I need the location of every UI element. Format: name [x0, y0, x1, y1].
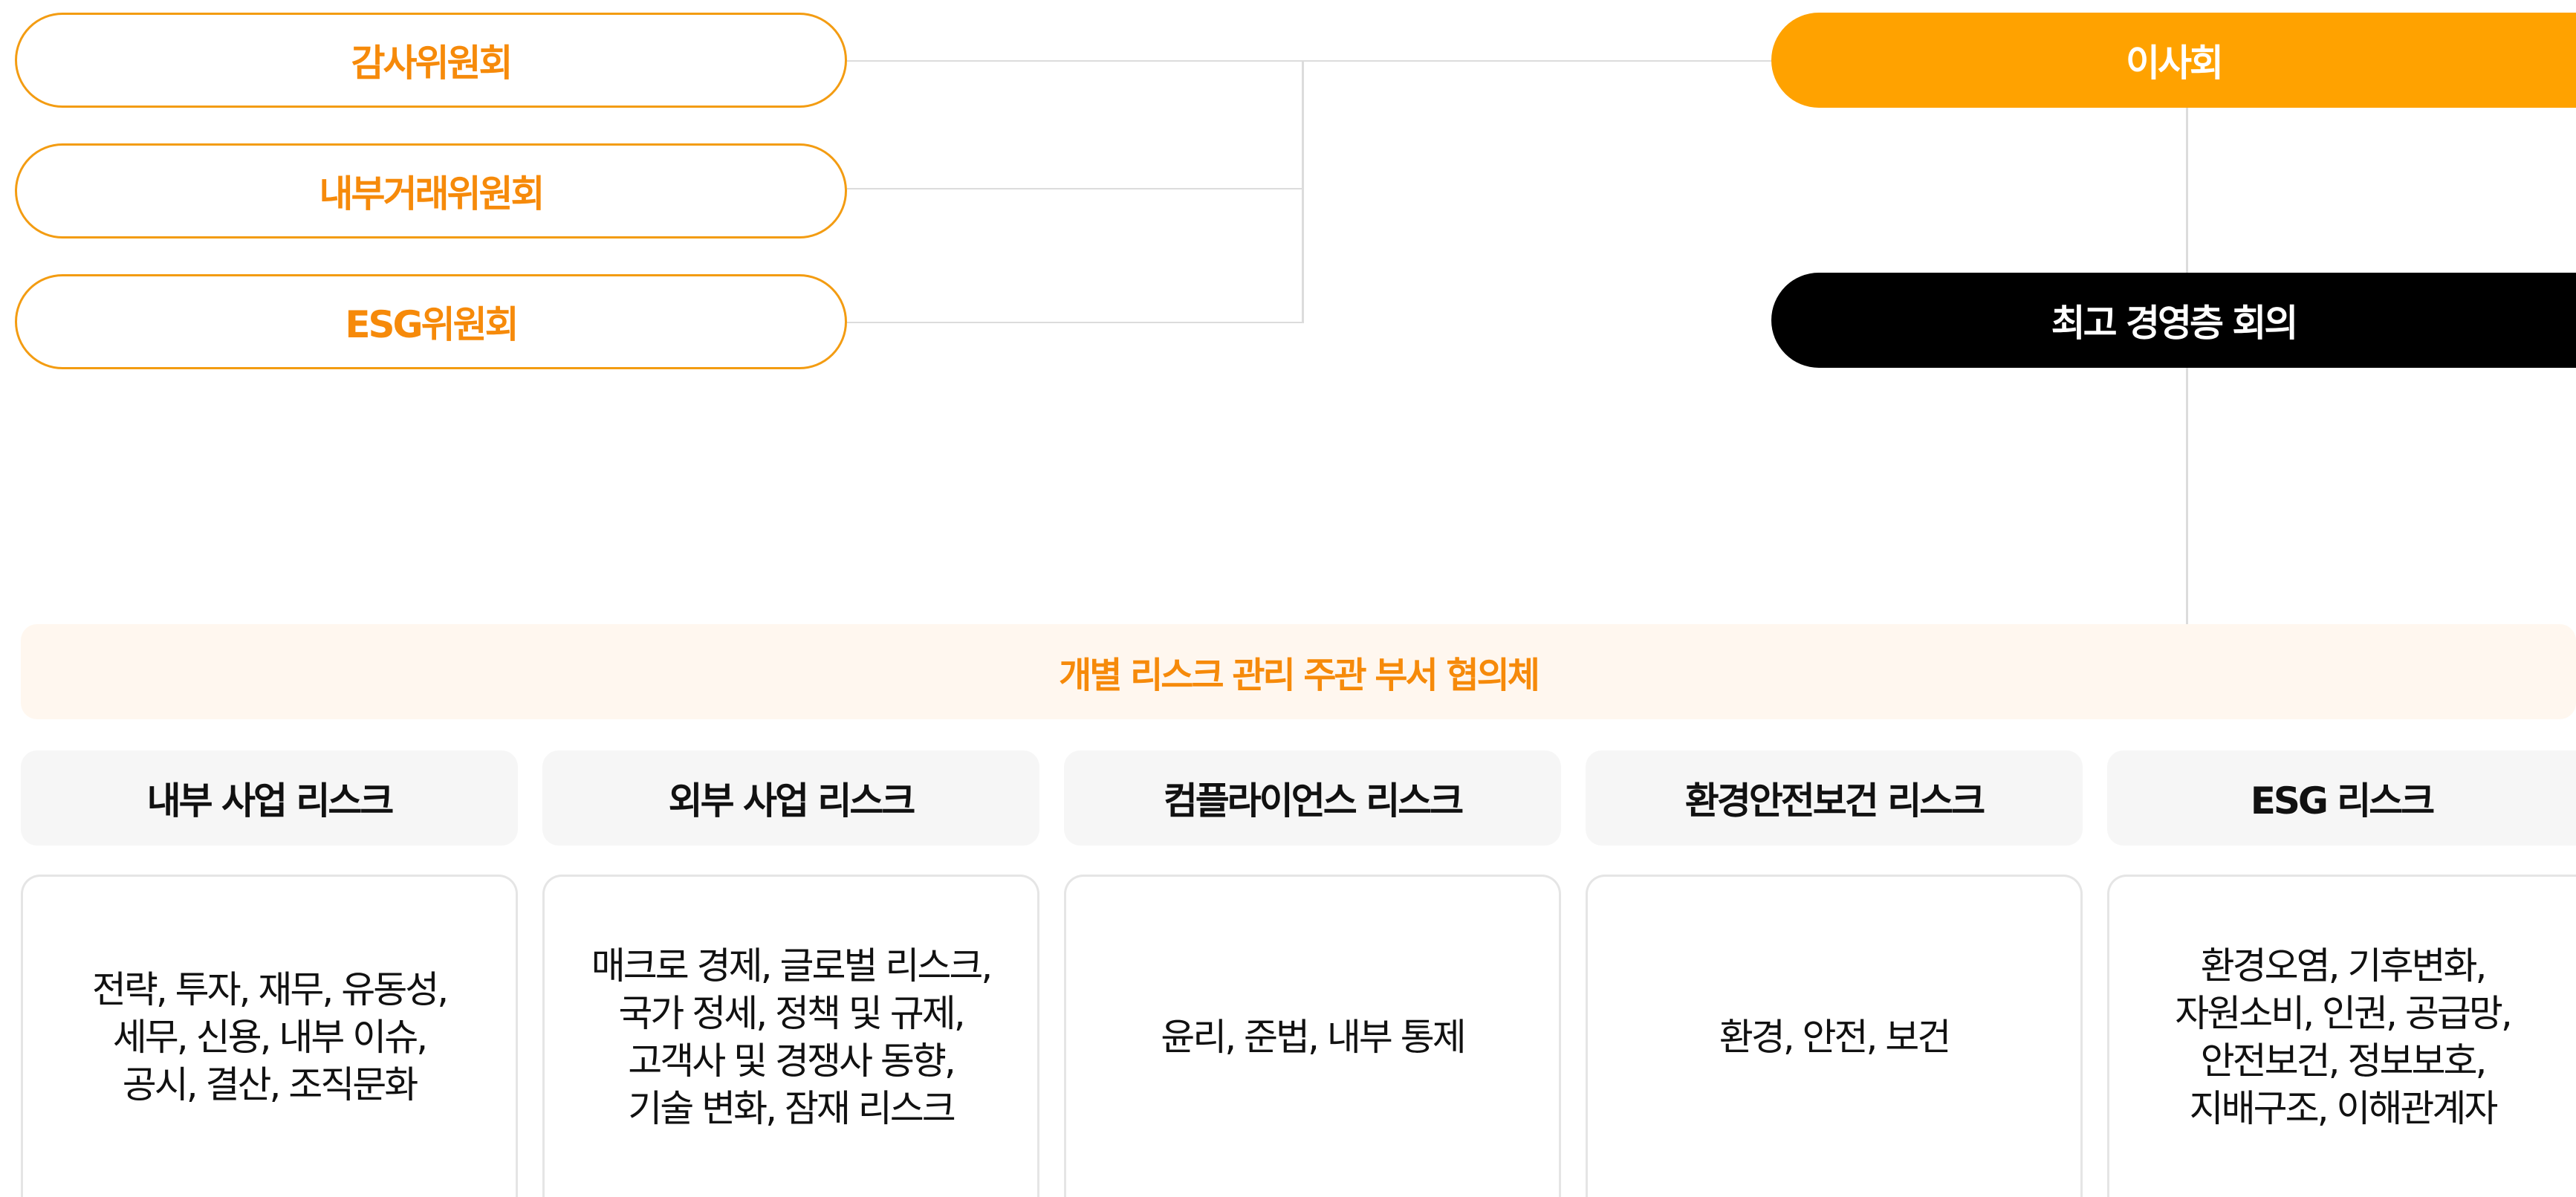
- committee-internal-transaction: 내부거래위원회: [15, 143, 847, 239]
- board-node: 이사회: [1771, 13, 2576, 108]
- risk-category-compliance: 컴플라이언스 리스크: [1064, 750, 1561, 846]
- executive-meeting-node: 최고 경영층 회의: [1771, 273, 2576, 368]
- connector-committee-1: [847, 60, 1772, 62]
- risk-council-banner: 개별 리스크 관리 주관 부서 협의체: [21, 624, 2576, 719]
- risk-detail-external: 매크로 경제, 글로벌 리스크, 국가 정세, 정책 및 규제, 고객사 및 경…: [542, 875, 1039, 1197]
- risk-detail-compliance: 윤리, 준법, 내부 통제: [1064, 875, 1561, 1197]
- risk-category-esg: ESG 리스크: [2107, 750, 2576, 846]
- connector-committee-2: [847, 188, 1304, 189]
- connector-committee-3: [847, 322, 1304, 323]
- risk-category-external: 외부 사업 리스크: [542, 750, 1039, 846]
- connector-board-executive: [2186, 108, 2188, 273]
- risk-detail-ehs: 환경, 안전, 보건: [1586, 875, 2083, 1197]
- risk-detail-esg: 환경오염, 기후변화, 자원소비, 인권, 공급망, 안전보건, 정보보호, 지…: [2107, 875, 2576, 1197]
- committee-esg: ESG위원회: [15, 274, 847, 369]
- risk-detail-internal: 전략, 투자, 재무, 유동성, 세무, 신용, 내부 이슈, 공시, 결산, …: [21, 875, 518, 1197]
- connector-committee-vertical: [1302, 60, 1304, 323]
- risk-category-internal: 내부 사업 리스크: [21, 750, 518, 846]
- committee-audit: 감사위원회: [15, 13, 847, 108]
- risk-category-ehs: 환경안전보건 리스크: [1586, 750, 2083, 846]
- connector-executive-council: [2186, 368, 2188, 624]
